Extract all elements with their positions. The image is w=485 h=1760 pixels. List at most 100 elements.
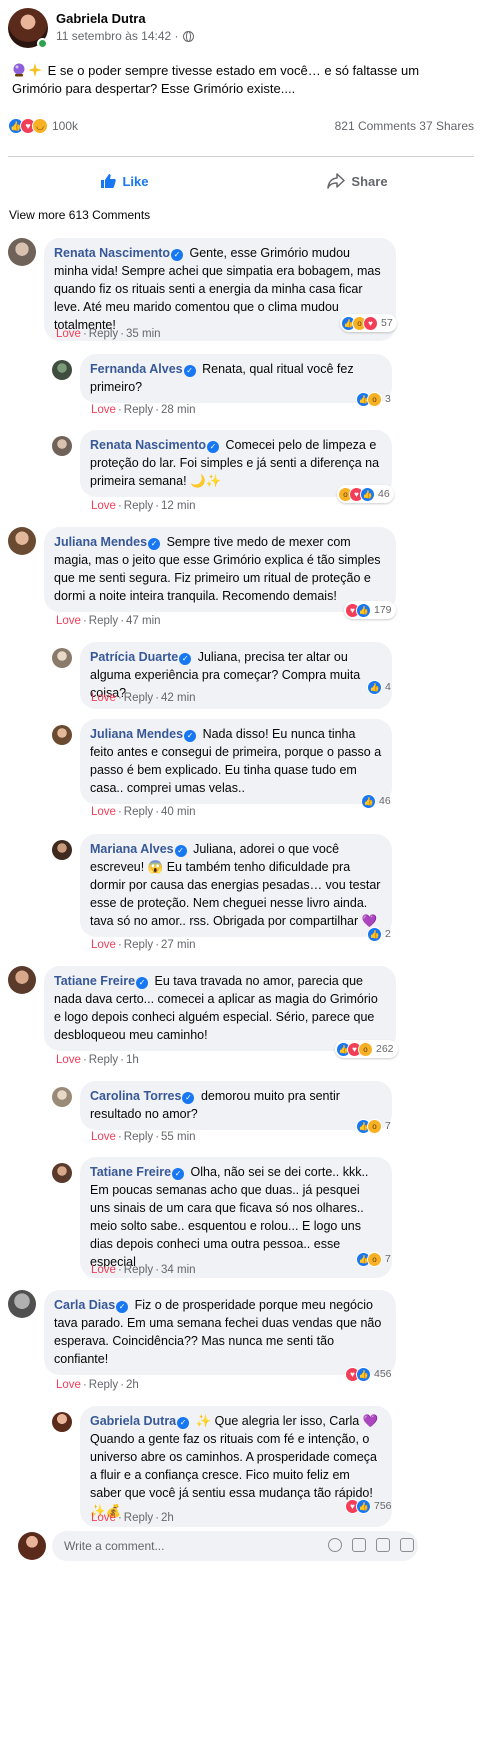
commenter-name[interactable]: Juliana Mendes xyxy=(54,535,147,549)
reply-link[interactable]: Reply xyxy=(124,1512,153,1524)
reply-link[interactable]: Reply xyxy=(124,939,153,951)
comment-bubble: Juliana Mendes ✓ Sempre tive medo de mexe… xyxy=(44,527,396,612)
verified-badge-icon: ✓ xyxy=(172,1168,185,1180)
comment-reactions[interactable]: 👍 o 3 xyxy=(355,390,395,408)
comment-time[interactable]: 40 min xyxy=(161,806,196,818)
verified-badge-icon: ✓ xyxy=(116,1301,129,1313)
comment-reactions[interactable]: 👍 o ♥ 57 xyxy=(340,314,397,332)
comment-reactions[interactable]: 👍 4 xyxy=(366,678,395,696)
camera-icon[interactable] xyxy=(352,1538,366,1552)
commenter-name[interactable]: Tatiane Freire xyxy=(90,1165,171,1179)
commenter-name[interactable]: Fernanda Alves xyxy=(90,362,183,376)
commenter-name[interactable]: Renata Nascimento xyxy=(54,246,170,260)
post-reactions-bar: 👍 ♥ ◡ 100k 821 Comments 37 Shares xyxy=(8,116,474,136)
love-action-link[interactable]: Love xyxy=(91,1131,116,1143)
comment-time[interactable]: 27 min xyxy=(161,939,196,951)
reply-link[interactable]: Reply xyxy=(89,615,118,627)
commenter-name[interactable]: Carla Dias xyxy=(54,1298,115,1312)
commenter-avatar[interactable] xyxy=(52,1087,72,1107)
love-action-link[interactable]: Love xyxy=(91,806,116,818)
post-timestamp[interactable]: 11 setembro às 14:42 · xyxy=(56,29,179,43)
comment-actions: Love · Reply · 27 min xyxy=(91,939,196,951)
love-action-link[interactable]: Love xyxy=(91,500,116,512)
commenter-name[interactable]: Tatiane Freire xyxy=(54,974,135,988)
comment-time[interactable]: 2h xyxy=(126,1379,139,1391)
reply-link[interactable]: Reply xyxy=(124,500,153,512)
love-action-link[interactable]: Love xyxy=(91,1264,116,1276)
share-icon xyxy=(327,173,346,189)
reply-link[interactable]: Reply xyxy=(89,1379,118,1391)
like-button[interactable]: Like xyxy=(8,164,241,198)
reply-link[interactable]: Reply xyxy=(124,692,153,704)
commenter-avatar[interactable] xyxy=(8,1290,36,1318)
comment-time[interactable]: 35 min xyxy=(126,328,161,340)
love-action-link[interactable]: Love xyxy=(91,692,116,704)
comment-reactions[interactable]: 👍 2 xyxy=(366,925,395,943)
comment-reactions[interactable]: ♥ 👍 756 xyxy=(344,1497,396,1515)
comment-reactions[interactable]: ♥ 👍 179 xyxy=(344,601,396,619)
love-action-link[interactable]: Love xyxy=(91,404,116,416)
commenter-avatar[interactable] xyxy=(8,238,36,266)
commenter-name[interactable]: Juliana Mendes xyxy=(90,727,183,741)
commenter-name[interactable]: Renata Nascimento xyxy=(90,438,206,452)
commenter-avatar[interactable] xyxy=(52,648,72,668)
reply-link[interactable]: Reply xyxy=(89,328,118,340)
reply-link[interactable]: Reply xyxy=(124,404,153,416)
love-action-link[interactable]: Love xyxy=(56,1054,81,1066)
reaction-count[interactable]: 100k xyxy=(52,119,78,133)
comment-reactions[interactable]: 👍 46 xyxy=(360,792,395,810)
reply-link[interactable]: Reply xyxy=(124,1264,153,1276)
comment-time[interactable]: 34 min xyxy=(161,1264,196,1276)
comment-time[interactable]: 28 min xyxy=(161,404,196,416)
divider xyxy=(8,156,474,157)
reply-link[interactable]: Reply xyxy=(124,806,153,818)
comment-bubble: Tatiane Freire ✓ Olha, não sei se dei cor… xyxy=(80,1157,392,1278)
comment-reactions[interactable]: o ♥ 👍 46 xyxy=(337,485,394,503)
comment-time[interactable]: 1h xyxy=(126,1054,139,1066)
comment-time[interactable]: 55 min xyxy=(161,1131,196,1143)
gif-icon[interactable] xyxy=(376,1538,390,1552)
reply-link[interactable]: Reply xyxy=(89,1054,118,1066)
commenter-name[interactable]: Gabriela Dutra xyxy=(90,1414,176,1428)
comment-bubble: Juliana Mendes ✓ Nada disso! Eu nunca tin… xyxy=(80,719,392,804)
love-action-link[interactable]: Love xyxy=(91,1512,116,1524)
comment-reactions[interactable]: 👍 ♥ o 262 xyxy=(335,1040,398,1058)
love-action-link[interactable]: Love xyxy=(56,328,81,340)
crystal-ball-icon xyxy=(13,63,25,77)
verified-badge-icon: ✓ xyxy=(148,538,161,550)
share-button[interactable]: Share xyxy=(241,164,474,198)
commenter-avatar[interactable] xyxy=(8,527,36,555)
haha-reaction-icon: ◡ xyxy=(32,118,48,134)
commenter-name[interactable]: Patrícia Duarte xyxy=(90,650,178,664)
wow-reaction-icon: o xyxy=(367,391,382,407)
commenter-avatar[interactable] xyxy=(52,1163,72,1183)
reply-link[interactable]: Reply xyxy=(124,1131,153,1143)
view-more-comments-link[interactable]: View more 613 Comments xyxy=(9,208,150,222)
love-action-link[interactable]: Love xyxy=(56,1379,81,1391)
comments-shares-count[interactable]: 821 Comments 37 Shares xyxy=(335,119,474,133)
sticker-icon[interactable] xyxy=(400,1538,414,1552)
emoji-icon[interactable] xyxy=(328,1538,342,1552)
verified-badge-icon: ✓ xyxy=(171,249,184,261)
commenter-avatar[interactable] xyxy=(52,1412,72,1432)
post-author-name[interactable]: Gabriela Dutra xyxy=(56,11,146,26)
commenter-avatar[interactable] xyxy=(52,725,72,745)
commenter-avatar[interactable] xyxy=(52,436,72,456)
comment-actions: Love · Reply · 35 min xyxy=(56,328,161,340)
comment-reactions[interactable]: ♥ 👍 456 xyxy=(344,1365,396,1383)
like-reaction-icon: 👍 xyxy=(356,1366,371,1382)
love-action-link[interactable]: Love xyxy=(91,939,116,951)
comment-reactions[interactable]: 👍 o 7 xyxy=(355,1117,395,1135)
comment-time[interactable]: 2h xyxy=(161,1512,174,1524)
commenter-avatar[interactable] xyxy=(8,966,36,994)
comment-time[interactable]: 47 min xyxy=(126,615,161,627)
comment-reactions[interactable]: 👍 o 7 xyxy=(355,1250,395,1268)
commenter-name[interactable]: Mariana Alves xyxy=(90,842,174,856)
commenter-avatar[interactable] xyxy=(52,840,72,860)
love-action-link[interactable]: Love xyxy=(56,615,81,627)
commenter-name[interactable]: Carolina Torres xyxy=(90,1089,181,1103)
sparkles-icon xyxy=(28,63,42,77)
comment-time[interactable]: 42 min xyxy=(161,692,196,704)
comment-time[interactable]: 12 min xyxy=(161,500,196,512)
commenter-avatar[interactable] xyxy=(52,360,72,380)
